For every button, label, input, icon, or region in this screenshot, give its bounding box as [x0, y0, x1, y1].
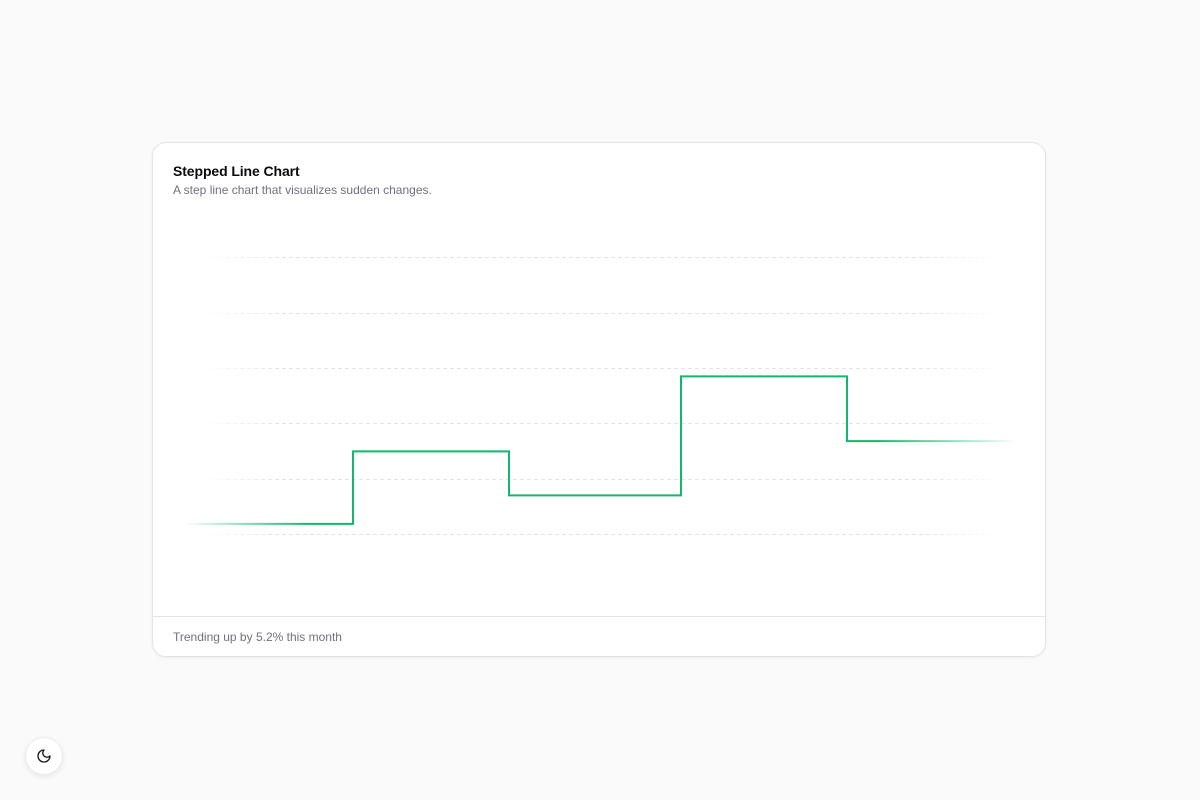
card-header: Stepped Line Chart A step line chart tha… — [173, 162, 432, 198]
data-point-3[interactable] — [760, 372, 768, 380]
data-point-2[interactable] — [591, 491, 599, 499]
card-footer: Trending up by 5.2% this month — [153, 616, 1045, 656]
series-line — [183, 375, 1018, 525]
chart-area — [153, 203, 1045, 617]
step-line-chart — [183, 257, 1018, 535]
moon-icon — [37, 749, 51, 763]
data-point-1[interactable] — [427, 447, 435, 455]
footer-trend-text: Trending up by 5.2% this month — [173, 629, 342, 644]
grid-lines — [198, 257, 1003, 535]
card-subtitle: A step line chart that visualizes sudden… — [173, 183, 432, 197]
chart-card: Stepped Line Chart A step line chart tha… — [152, 142, 1046, 657]
theme-toggle-button[interactable] — [25, 737, 63, 775]
data-point-0[interactable] — [264, 520, 272, 528]
series-line-group — [183, 372, 1018, 528]
card-title: Stepped Line Chart — [173, 163, 300, 179]
data-point-4[interactable] — [929, 437, 937, 445]
